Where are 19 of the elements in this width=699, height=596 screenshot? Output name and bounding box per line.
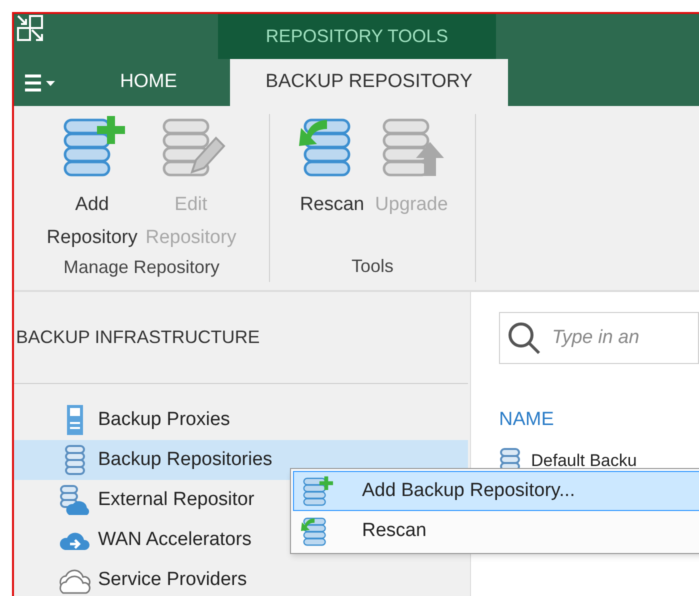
window-arrows-icon[interactable] — [16, 14, 46, 44]
ribbon-group-label: Manage Repository — [63, 256, 220, 279]
menu-icon[interactable] — [24, 72, 58, 92]
sidebar-item[interactable]: Backup Proxies — [14, 400, 468, 440]
ribbon-group-label: Tools — [351, 255, 394, 278]
ribbon-tab[interactable]: BACKUP REPOSITORY — [230, 59, 508, 106]
menu-item[interactable]: Add Backup Repository... — [293, 471, 699, 511]
menu-item[interactable]: Rescan — [293, 511, 699, 551]
search-field[interactable]: Type in an — [499, 312, 699, 364]
column-header[interactable]: NAME — [499, 406, 699, 434]
ribbon-tab[interactable]: HOME — [74, 59, 230, 106]
ribbon-button[interactable]: Rescan — [295, 114, 370, 221]
table-cell[interactable]: Default Backu — [531, 452, 637, 470]
database-cloud-icon — [58, 484, 92, 516]
sidebar-title: BACKUP INFRASTRUCTURE — [14, 292, 468, 384]
search-icon — [506, 320, 542, 356]
ribbon-button[interactable]: Add Repository — [44, 114, 140, 254]
sidebar-item[interactable]: Service Providers — [14, 560, 468, 596]
context-tab-header: REPOSITORY TOOLS — [218, 14, 496, 59]
